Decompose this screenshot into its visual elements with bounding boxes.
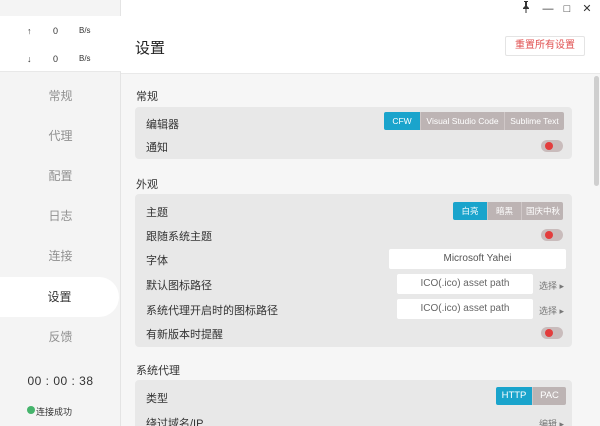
font-label: 字体	[146, 255, 168, 267]
default-icon-path-label: 默认图标路径	[146, 280, 212, 292]
reset-all-settings-button[interactable]: 重置所有设置	[505, 36, 585, 56]
editor-option-sublime[interactable]: Sublime Text	[504, 112, 564, 130]
sidebar-item-profiles[interactable]: 配置	[0, 156, 121, 196]
sidebar-item-general[interactable]: 常规	[0, 76, 121, 116]
sidebar: ↑ 0 B/s ↓ 0 B/s 常规 代理 配置 日志 连接 设置 反馈 00 …	[0, 0, 121, 426]
update-remind-toggle[interactable]	[541, 327, 563, 339]
sidebar-item-settings[interactable]: 设置	[0, 277, 119, 317]
toggle-knob	[545, 329, 553, 337]
settings-panel: 设置 重置所有设置 常规 编辑器 CFW Visual Studio Code …	[121, 18, 600, 426]
connection-status-text: 连接成功	[36, 407, 73, 417]
close-button[interactable]: ✕	[577, 1, 597, 17]
theme-option-festival[interactable]: 国庆中秋	[521, 202, 563, 220]
bypass-domain-label: 绕过域名/IP	[146, 418, 204, 426]
font-input[interactable]: Microsoft Yahei	[389, 249, 566, 269]
editor-label: 编辑器	[146, 119, 179, 131]
download-value: 0	[53, 54, 59, 64]
maximize-button[interactable]: □	[557, 1, 577, 17]
section-title-general: 常规	[136, 91, 158, 103]
toggle-knob	[545, 231, 553, 239]
traffic-panel: ↑ 0 B/s ↓ 0 B/s	[0, 16, 121, 72]
theme-selector: 白亮 暗黑 国庆中秋	[453, 202, 563, 220]
theme-option-light[interactable]: 白亮	[453, 202, 487, 220]
follow-system-theme-toggle[interactable]	[541, 229, 563, 241]
editor-option-cfw[interactable]: CFW	[384, 112, 420, 130]
bypass-edit-button[interactable]: 编辑 ▸	[539, 417, 564, 426]
default-icon-path-input[interactable]: ICO(.ico) asset path	[397, 274, 533, 294]
sidebar-item-logs[interactable]: 日志	[0, 196, 121, 236]
upload-unit: B/s	[79, 26, 91, 35]
appearance-card: 主题 白亮 暗黑 国庆中秋 跟随系统主题 字体 Microsoft Yahei …	[135, 194, 572, 347]
sidebar-item-feedback[interactable]: 反馈	[0, 317, 121, 357]
sidebar-item-connections[interactable]: 连接	[0, 236, 121, 276]
notification-label: 通知	[146, 142, 168, 154]
proxy-type-option-http[interactable]: HTTP	[496, 387, 532, 405]
theme-label: 主题	[146, 207, 168, 219]
download-unit: B/s	[79, 54, 91, 63]
status-dot-icon	[27, 406, 35, 414]
proxy-type-label: 类型	[146, 393, 168, 405]
proxy-icon-path-input[interactable]: ICO(.ico) asset path	[397, 299, 533, 319]
sidebar-item-proxies[interactable]: 代理	[0, 116, 121, 156]
scrollbar-thumb[interactable]	[594, 76, 599, 186]
toggle-knob	[545, 142, 553, 150]
default-icon-choose-button[interactable]: 选择 ▸	[539, 279, 564, 292]
proxy-type-selector: HTTP PAC	[496, 387, 566, 405]
notification-toggle[interactable]	[541, 140, 563, 152]
download-speed: ↓ 0 B/s	[0, 50, 121, 70]
editor-option-vscode[interactable]: Visual Studio Code	[420, 112, 504, 130]
upload-speed: ↑ 0 B/s	[0, 22, 121, 42]
section-title-appearance: 外观	[136, 179, 158, 191]
proxy-icon-path-label: 系统代理开启时的图标路径	[146, 305, 278, 317]
update-remind-label: 有新版本时提醒	[146, 329, 223, 341]
general-card: 编辑器 CFW Visual Studio Code Sublime Text …	[135, 107, 572, 159]
editor-selector: CFW Visual Studio Code Sublime Text	[384, 112, 564, 130]
minimize-button[interactable]: —	[538, 1, 558, 17]
upload-value: 0	[53, 26, 59, 36]
proxy-type-option-pac[interactable]: PAC	[532, 387, 566, 405]
download-arrow-icon: ↓	[27, 54, 32, 64]
upload-arrow-icon: ↑	[27, 26, 32, 36]
uptime-timer: 00 : 00 : 38	[27, 374, 94, 388]
follow-system-theme-label: 跟随系统主题	[146, 231, 212, 243]
pin-icon[interactable]	[516, 1, 536, 17]
theme-option-dark[interactable]: 暗黑	[487, 202, 521, 220]
settings-header: 设置 重置所有设置	[121, 18, 600, 74]
proxy-icon-choose-button[interactable]: 选择 ▸	[539, 304, 564, 317]
system-proxy-card: 类型 HTTP PAC 绕过域名/IP 编辑 ▸	[135, 380, 572, 426]
page-title: 设置	[135, 40, 166, 57]
connection-status: 连接成功	[27, 405, 73, 418]
section-title-system-proxy: 系统代理	[136, 365, 180, 377]
